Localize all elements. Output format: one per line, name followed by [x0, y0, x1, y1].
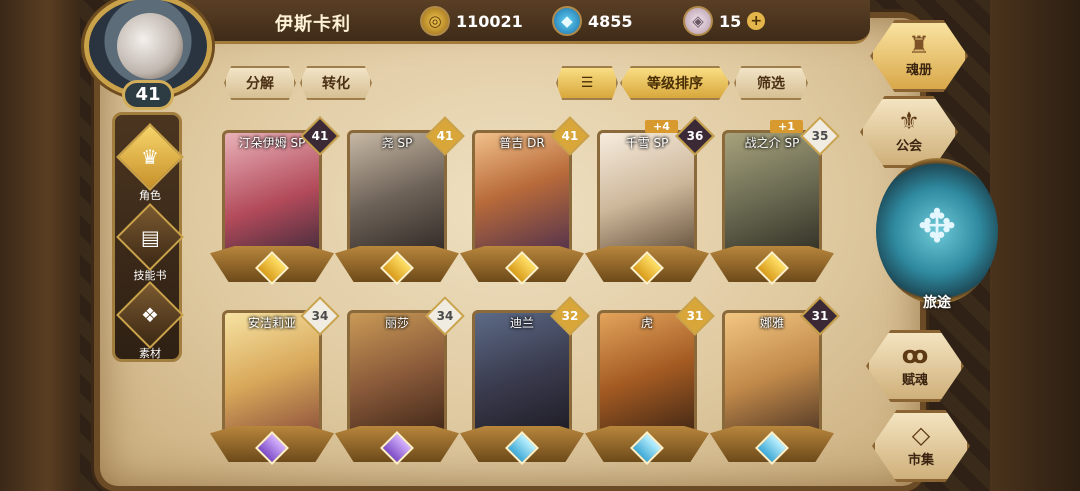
hero-card[interactable]: +1 战之介 SP 35	[710, 116, 840, 285]
hero-card[interactable]: +4 千雪 SP 36	[585, 116, 715, 285]
journey-label: 旅途	[923, 295, 951, 311]
player-level-badge: 41	[122, 80, 174, 110]
hero-card[interactable]: 丽莎 34	[335, 296, 465, 465]
hero-card[interactable]: 普吉 DR 41	[460, 116, 590, 285]
guild-icon: ⚜	[898, 107, 920, 135]
hero-card[interactable]: 娜雅 31	[710, 296, 840, 465]
hero-plus-badge: +4	[645, 120, 678, 133]
hero-card[interactable]: 迪兰 32	[460, 296, 590, 465]
crystal-resource[interactable]: ◈ 15 +	[683, 6, 766, 36]
hero-card[interactable]: 虎 31	[585, 296, 715, 465]
crystal-icon: ◈	[683, 6, 713, 36]
market-icon: ◇	[911, 421, 931, 449]
book-icon: ▤	[116, 203, 184, 271]
hero-plus-badge: +1	[770, 120, 803, 133]
gem-resource[interactable]: ◆ 4855	[552, 6, 633, 36]
gold-amount: 110021	[456, 11, 523, 31]
guild-label: 公会	[895, 139, 922, 154]
blue-gem-icon: ◆	[552, 6, 582, 36]
gem-amount: 4855	[588, 11, 633, 31]
decompose-button[interactable]: 分解	[224, 66, 296, 100]
gold-coin-icon: ◎	[420, 6, 450, 36]
gold-resource[interactable]: ◎ 110021	[420, 6, 523, 36]
sort-icon: ☰	[580, 75, 594, 91]
convert-button[interactable]: 转化	[300, 66, 372, 100]
helmet-icon: ♛	[116, 123, 184, 191]
hero-card[interactable]: 安洁莉亚 34	[210, 296, 340, 465]
soul-book-icon: ♜	[908, 31, 930, 59]
soul-book-label: 魂册	[905, 63, 932, 78]
nav-skill-books[interactable]: ▤ 技能书	[115, 203, 185, 283]
journey-emblem-icon: ✥	[917, 199, 957, 253]
nav-characters[interactable]: ♛ 角色	[115, 123, 185, 203]
filter-button[interactable]: 筛选	[734, 66, 808, 100]
player-name: 伊斯卡利	[275, 14, 351, 35]
sort-toggle-button[interactable]: ☰	[556, 66, 618, 100]
hero-card[interactable]: 尧 SP 41	[335, 116, 465, 285]
add-crystal-button[interactable]: +	[747, 12, 766, 30]
left-nav: ♛ 角色 ▤ 技能书 ❖ 素材	[112, 112, 185, 362]
avatar-portrait	[117, 13, 183, 79]
talent-flame-icon: ꝏ	[901, 341, 929, 369]
talent-label: 赋魂	[901, 373, 928, 388]
material-icon: ❖	[116, 281, 184, 349]
sort-by-level-button[interactable]: 等级排序	[620, 66, 730, 100]
nav-materials[interactable]: ❖ 素材	[115, 281, 185, 361]
left-frame	[0, 0, 80, 491]
market-label: 市集	[907, 453, 934, 468]
right-frame	[990, 0, 1080, 491]
journey-button[interactable]: ✥ 旅途	[876, 158, 998, 311]
hero-card[interactable]: 汀朵伊姆 SP 41	[210, 116, 340, 285]
crystal-amount: 15	[719, 11, 742, 31]
